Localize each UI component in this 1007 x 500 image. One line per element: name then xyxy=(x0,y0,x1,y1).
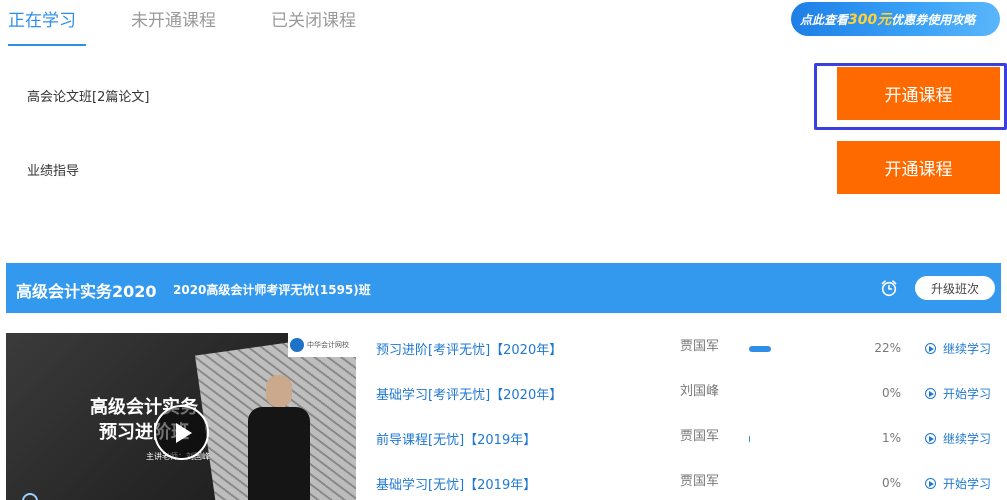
lesson-action-label: 开始学习 xyxy=(943,477,992,491)
continue-learning-button[interactable]: 继续学习 xyxy=(925,340,991,357)
lesson-teacher: 刘国峰 xyxy=(680,384,720,399)
tab-studying[interactable]: 正在学习 xyxy=(8,6,76,31)
lesson-teacher: 贾国军 xyxy=(680,429,720,444)
start-learning-button[interactable]: 开始学习 xyxy=(925,475,991,492)
play-circle-icon xyxy=(925,433,936,444)
lesson-progress-bar xyxy=(749,481,849,487)
play-circle-icon xyxy=(925,388,936,399)
start-learning-button[interactable]: 开始学习 xyxy=(925,385,991,402)
lesson-row: 基础学习[无忧]【2019年】 贾国军 0% 开始学习 xyxy=(0,474,1007,500)
lesson-progress-fill xyxy=(749,346,771,352)
continue-learning-button[interactable]: 继续学习 xyxy=(925,430,991,447)
lesson-name[interactable]: 基础学习[无忧]【2019年】 xyxy=(376,474,536,493)
lesson-progress-percent: 22% xyxy=(874,341,901,355)
tab-not-opened[interactable]: 未开通课程 xyxy=(131,6,216,31)
course-title: 高级会计实务2020 xyxy=(16,282,157,301)
upgrade-class-button[interactable]: 升级班次 xyxy=(915,276,995,300)
coupon-suffix: 优惠券使用攻略 xyxy=(891,12,976,27)
lesson-teacher: 贾国军 xyxy=(680,339,720,354)
lesson-progress-bar xyxy=(749,391,849,397)
unopened-course-name: 高会论文班[2篇论文] xyxy=(27,90,150,105)
lesson-action-label: 继续学习 xyxy=(943,432,992,446)
lesson-progress-bar xyxy=(749,346,849,352)
lesson-progress-percent: 1% xyxy=(881,431,901,445)
play-circle-icon xyxy=(925,343,936,354)
tab-closed[interactable]: 已关闭课程 xyxy=(271,6,356,31)
active-tab-indicator xyxy=(8,44,86,46)
unopened-course-name: 业绩指导 xyxy=(27,164,80,179)
open-course-button[interactable]: 开通课程 xyxy=(837,141,1000,194)
lesson-progress-percent: 0% xyxy=(881,476,901,490)
lesson-name[interactable]: 预习进阶[考评无忧]【2020年】 xyxy=(376,339,562,358)
coupon-guide-banner[interactable]: 点此查看 300元 优惠券使用攻略 xyxy=(791,2,1000,36)
lesson-progress-percent: 0% xyxy=(881,386,901,400)
lesson-row: 基础学习[考评无忧]【2020年】 刘国峰 0% 开始学习 xyxy=(0,384,1007,428)
focus-highlight xyxy=(814,63,1007,130)
lesson-name[interactable]: 前导课程[无忧]【2019年】 xyxy=(376,429,536,448)
play-circle-icon xyxy=(925,478,936,489)
lesson-action-label: 开始学习 xyxy=(943,387,992,401)
lesson-teacher: 贾国军 xyxy=(680,474,720,489)
course-header-bar: 高级会计实务2020 2020高级会计师考评无忧(1595)班 升级班次 xyxy=(6,263,1001,313)
lesson-name[interactable]: 基础学习[考评无忧]【2020年】 xyxy=(376,384,562,403)
lesson-row: 预习进阶[考评无忧]【2020年】 贾国军 22% 继续学习 xyxy=(0,339,1007,383)
coupon-prefix: 点此查看 xyxy=(800,12,849,27)
coupon-amount: 300元 xyxy=(848,12,892,28)
alarm-clock-icon[interactable] xyxy=(880,279,898,297)
lesson-row: 前导课程[无忧]【2019年】 贾国军 1% 继续学习 xyxy=(0,429,1007,473)
course-tabs: 正在学习 未开通课程 已关闭课程 xyxy=(0,0,760,48)
lesson-progress-bar xyxy=(749,436,849,442)
lesson-action-label: 继续学习 xyxy=(943,342,992,356)
lesson-progress-fill xyxy=(749,436,750,442)
class-name: 2020高级会计师考评无忧(1595)班 xyxy=(173,283,371,297)
